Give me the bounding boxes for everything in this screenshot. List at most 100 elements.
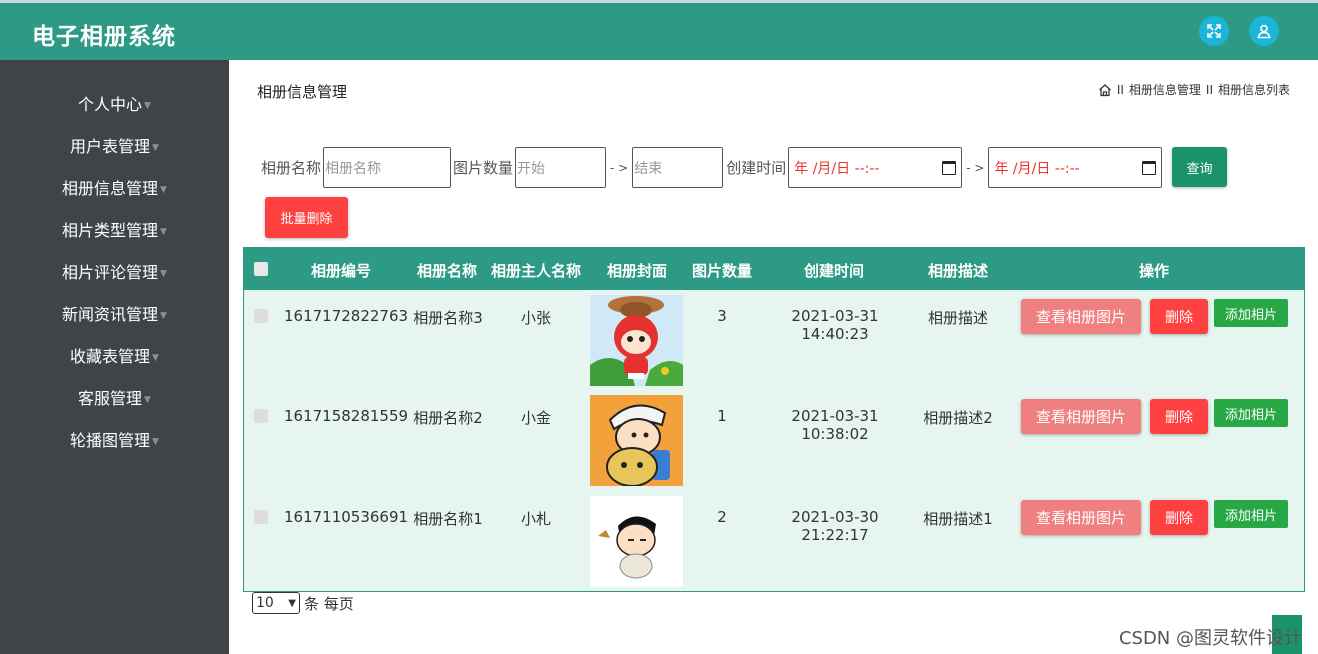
sidebar-item-photo-types[interactable]: 相片类型管理 ▼ [0,217,229,241]
cartoon-image [590,295,683,386]
caret-down-icon: ▼ [160,268,167,279]
sidebar: 个人中心 ▼ 用户表管理 ▼ 相册信息管理 ▼ 相片类型管理 ▼ 相片评论管理 ▼ 新闻资… [0,60,229,654]
table-row: 1617158281559 相册名称2 小金 1 2021-03-31 10:3… [244,390,1304,491]
sidebar-item-news[interactable]: 新闻资讯管理 ▼ [0,301,229,325]
select-all-checkbox[interactable] [254,262,268,276]
caret-down-icon: ▼ [160,226,167,237]
top-header: 电子相册系统 [0,0,1318,60]
album-table: 相册编号 相册名称 相册主人名称 相册封面 图片数量 创建时间 相册描述 操作 … [243,247,1305,592]
cell-album-name: 相册名称1 [413,510,483,528]
breadcrumb-item-albums[interactable]: 相册信息管理 [1129,81,1201,98]
query-button[interactable]: 查询 [1172,147,1227,187]
col-owner-name: 相册主人名称 [490,262,581,280]
row-checkbox[interactable] [254,510,268,524]
breadcrumb-sep: II [1116,82,1124,97]
row-checkbox[interactable] [254,309,268,323]
photo-count-label: 图片数量 [453,159,514,177]
cell-owner: 小札 [520,510,551,528]
page-title: 相册信息管理 [257,83,348,101]
cell-album-name: 相册名称2 [413,409,483,427]
delete-button[interactable]: 删除 [1150,299,1208,334]
cell-album-name: 相册名称3 [413,309,483,327]
search-bar: 相册名称 相册名称 图片数量 开始 - > 结束 创建时间 年 /月/日 --:… [261,147,1163,188]
cell-photo-count: 3 [717,307,727,325]
create-time-start-input[interactable]: 年 /月/日 --:-- [788,147,963,188]
sidebar-item-users[interactable]: 用户表管理 ▼ [0,133,229,157]
cartoon-image [590,395,683,486]
chevron-down-icon: ▼ [288,597,296,609]
watermark: CSDN @图灵软件设计 [1118,628,1302,649]
cell-created: 2021-03-30 21:22:17 [791,508,879,544]
table-header: 相册编号 相册名称 相册主人名称 相册封面 图片数量 创建时间 相册描述 操作 [244,248,1304,290]
photo-count-end-input[interactable]: 结束 [632,147,724,188]
cell-owner: 小张 [520,309,551,327]
delete-button[interactable]: 删除 [1150,500,1208,535]
col-album-id: 相册编号 [310,262,371,280]
col-photo-count: 图片数量 [691,262,752,280]
sidebar-item-albums[interactable]: 相册信息管理 ▼ [0,175,229,199]
create-time-end-input[interactable]: 年 /月/日 --:-- [988,147,1163,188]
pagination: 10 ▼ 条 每页 [252,592,354,614]
delete-button[interactable]: 删除 [1150,399,1208,434]
breadcrumb-item-list: 相册信息列表 [1217,83,1290,97]
cell-album-id: 1617110536691 [284,508,409,526]
app-title: 电子相册系统 [32,24,176,50]
album-name-label: 相册名称 [261,159,322,177]
photo-count-start-input[interactable]: 开始 [515,147,607,188]
view-photos-button[interactable]: 查看相册图片 [1021,399,1141,434]
row-checkbox[interactable] [254,409,268,423]
cell-desc: 相册描述2 [923,409,993,427]
range-separator: - > [610,160,629,175]
create-time-label: 创建时间 [726,159,787,177]
caret-down-icon: ▼ [160,184,167,195]
caret-down-icon: ▼ [152,142,159,153]
cartoon-image [590,496,683,587]
expand-icon [1207,24,1221,38]
add-photo-button[interactable]: 添加相片 [1214,399,1288,427]
sidebar-item-support[interactable]: 客服管理 ▼ [0,385,229,409]
album-cover-image[interactable] [590,295,683,386]
range-separator: - > [966,160,985,175]
home-icon[interactable] [1098,83,1112,97]
cell-photo-count: 1 [717,407,727,425]
sidebar-item-favorites[interactable]: 收藏表管理 ▼ [0,343,229,367]
batch-delete-button[interactable]: 批量删除 [265,197,348,238]
caret-down-icon: ▼ [152,436,159,447]
view-photos-button[interactable]: 查看相册图片 [1021,299,1141,334]
col-cover: 相册封面 [606,262,667,280]
cell-album-id: 1617158281559 [284,407,409,425]
page-size-select[interactable]: 10 ▼ [252,592,300,614]
caret-down-icon: ▼ [144,394,151,405]
calendar-icon[interactable] [1142,160,1157,175]
user-icon [1257,24,1271,39]
album-cover-image[interactable] [590,496,683,587]
col-created: 创建时间 [803,262,864,280]
caret-down-icon: ▼ [152,352,159,363]
calendar-icon[interactable] [942,160,957,175]
album-name-input[interactable]: 相册名称 [323,147,452,188]
page-size-unit: 条 每页 [304,594,354,613]
table-row: 1617172822763 相册名称3 小张 3 2021-03-31 14:4… [244,290,1304,391]
col-desc: 相册描述 [927,262,988,280]
caret-down-icon: ▼ [144,100,151,111]
cell-created: 2021-03-31 14:40:23 [791,307,879,343]
sidebar-item-comments[interactable]: 相片评论管理 ▼ [0,259,229,283]
view-photos-button[interactable]: 查看相册图片 [1021,500,1141,535]
cell-desc: 相册描述1 [923,510,993,528]
add-photo-button[interactable]: 添加相片 [1214,500,1288,528]
caret-down-icon: ▼ [160,310,167,321]
sidebar-item-personal[interactable]: 个人中心 ▼ [0,91,229,115]
fullscreen-button[interactable] [1199,16,1229,46]
user-button[interactable] [1249,16,1279,46]
sidebar-item-carousel[interactable]: 轮播图管理 ▼ [0,427,229,451]
cell-album-id: 1617172822763 [284,307,409,325]
cell-owner: 小金 [520,409,551,427]
cell-photo-count: 2 [717,508,727,526]
add-photo-button[interactable]: 添加相片 [1214,299,1288,327]
breadcrumb-sep: II [1205,82,1213,97]
album-cover-image[interactable] [590,395,683,486]
col-actions: 操作 [1138,262,1169,280]
cell-created: 2021-03-31 10:38:02 [791,407,879,443]
table-row: 1617110536691 相册名称1 小札 2 2021-03-30 21:2… [244,491,1304,592]
cell-desc: 相册描述 [927,309,988,327]
